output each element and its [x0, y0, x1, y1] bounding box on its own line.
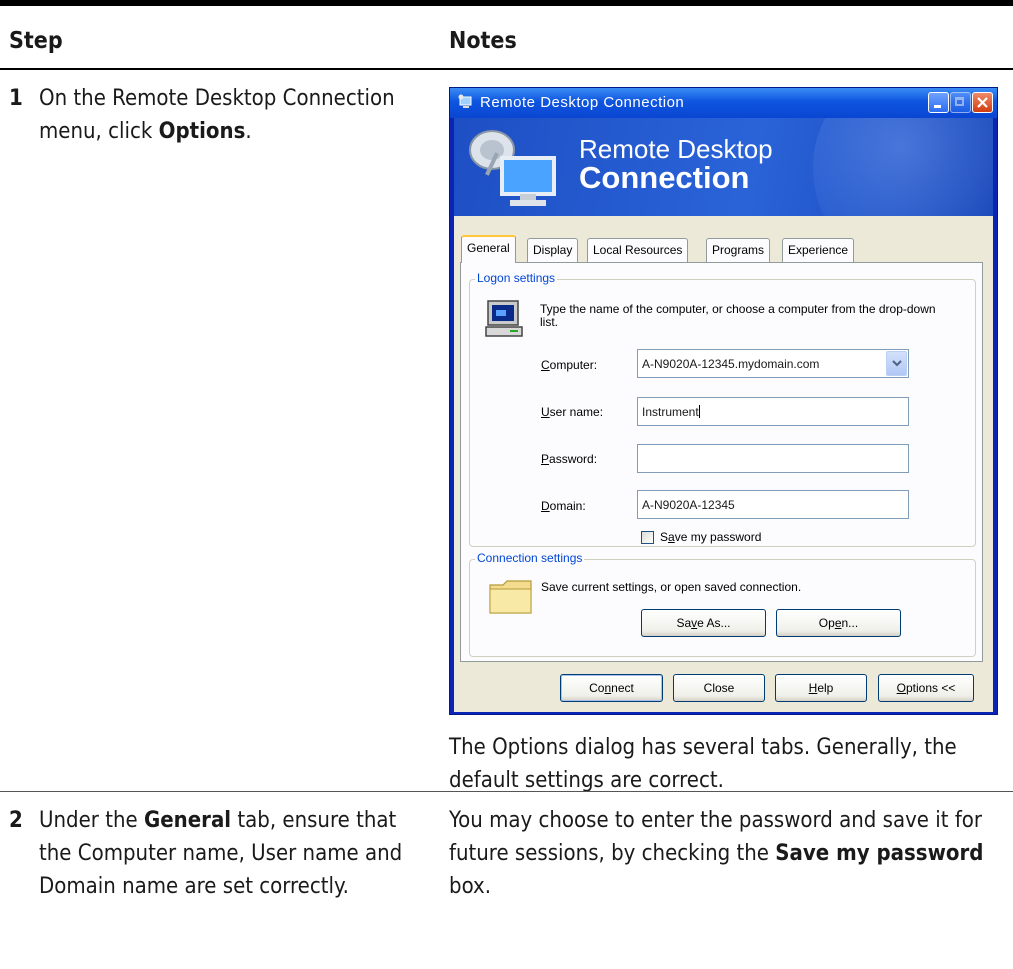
password-field[interactable]: [637, 444, 909, 473]
maximize-button[interactable]: [950, 92, 971, 113]
username-field[interactable]: Instrument: [637, 397, 909, 426]
username-label: User name:: [541, 405, 604, 419]
close-window-button[interactable]: [972, 92, 993, 113]
banner-line2: Connection: [579, 160, 750, 195]
close-button[interactable]: Close: [673, 674, 765, 702]
note-2: You may choose to enter the password and…: [449, 808, 984, 899]
minimize-button[interactable]: [928, 92, 949, 113]
domain-label: Domain:: [541, 499, 586, 513]
computer-dropdown-button[interactable]: [886, 351, 907, 376]
top-rule: [0, 0, 1013, 6]
save-password-checkbox[interactable]: [641, 531, 654, 544]
dialog-title: Remote Desktop Connection: [480, 94, 685, 111]
connect-button[interactable]: Connect: [560, 674, 663, 702]
logon-hint: Type the name of the computer, or choose…: [540, 302, 936, 329]
text-cursor: [698, 405, 700, 418]
remote-desktop-logo-icon: [469, 130, 556, 206]
step-number-2: 2: [9, 808, 23, 833]
tab-general[interactable]: General: [461, 235, 516, 263]
computer-label: Computer:: [541, 358, 598, 372]
computer-combobox[interactable]: A-N9020A-12345.mydomain.com: [637, 349, 909, 378]
rdc-app-icon: [458, 94, 472, 108]
close-icon: [977, 97, 988, 108]
computer-icon: [485, 300, 523, 337]
dialog-client-area: General Display Local Resources Programs…: [454, 216, 993, 712]
logon-settings-label: Logon settings: [475, 271, 558, 285]
chevron-down-icon: [892, 360, 902, 367]
connection-settings-label: Connection settings: [475, 551, 585, 565]
folder-icon: [489, 580, 532, 614]
connection-settings-group: [469, 559, 976, 657]
dialog-banner: Remote Desktop Connection: [454, 118, 993, 216]
username-value: Instrument: [642, 405, 699, 419]
note-1: The Options dialog has several tabs. Gen…: [449, 735, 957, 793]
domain-field[interactable]: A-N9020A-12345: [637, 490, 909, 519]
tab-display[interactable]: Display: [527, 238, 579, 262]
connection-hint: Save current settings, or open saved con…: [541, 580, 802, 594]
header-notes: Notes: [449, 28, 517, 54]
save-as-button[interactable]: Save As...: [641, 609, 766, 637]
step-text-1: On the Remote Desktop Connection menu, c…: [39, 86, 395, 144]
row-divider: [0, 791, 1013, 792]
header-rule: [0, 68, 1013, 70]
computer-value: A-N9020A-12345.mydomain.com: [642, 357, 820, 371]
domain-value: A-N9020A-12345: [642, 498, 735, 512]
rdc-dialog: Remote Desktop Connection Remote Desktop…: [449, 87, 998, 715]
general-tab-panel: Logon settings Type the name of the comp…: [460, 262, 983, 662]
step-number-1: 1: [9, 86, 23, 111]
tab-local-resources[interactable]: Local Resources: [587, 238, 689, 262]
save-password-label: Save my password: [660, 530, 762, 544]
tab-programs[interactable]: Programs: [706, 238, 771, 262]
step-text-2: Under the General tab, ensure that the C…: [39, 808, 403, 899]
password-label: Password:: [541, 452, 598, 466]
help-button[interactable]: Help: [775, 674, 867, 702]
tab-experience[interactable]: Experience: [782, 238, 855, 262]
header-step: Step: [9, 28, 63, 54]
open-button[interactable]: Open...: [776, 609, 901, 637]
dialog-titlebar: Remote Desktop Connection: [450, 88, 997, 118]
options-button[interactable]: Options <<: [878, 674, 974, 702]
